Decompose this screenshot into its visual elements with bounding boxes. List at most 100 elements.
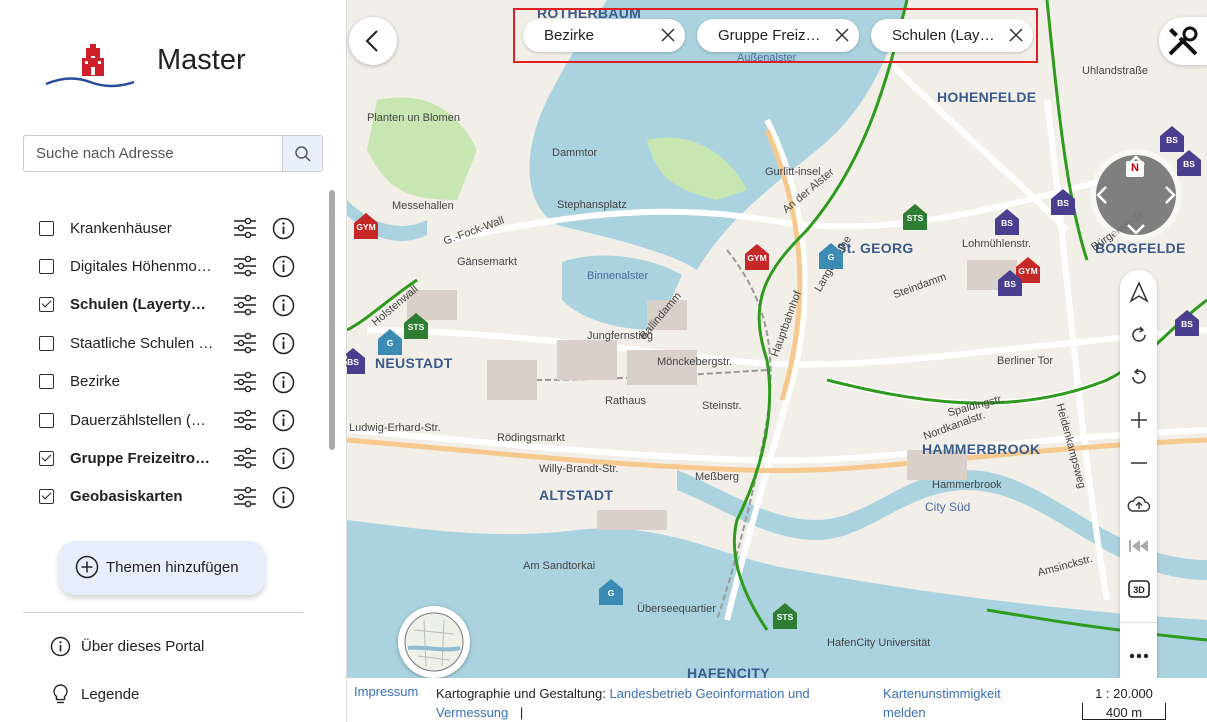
layer-info-icon[interactable] (272, 409, 295, 432)
search-input[interactable] (24, 136, 282, 171)
tools-icon (1168, 26, 1198, 56)
layer-item[interactable]: Digitales Höhenmodell (23, 247, 313, 285)
layer-settings-icon[interactable] (233, 486, 257, 508)
cloud-upload-button[interactable] (1120, 486, 1157, 522)
more-options-button[interactable] (1120, 638, 1157, 674)
layer-settings-icon[interactable] (233, 294, 257, 316)
about-portal-link[interactable]: Über dieses Portal (50, 636, 204, 657)
layer-settings-icon[interactable] (233, 332, 257, 354)
layer-item[interactable]: Krankenhäuser (23, 209, 313, 247)
layer-info-icon[interactable] (272, 217, 295, 240)
skip-back-icon (1128, 540, 1148, 552)
layer-checkbox[interactable] (39, 297, 54, 313)
3d-icon: 3D (1127, 580, 1150, 598)
layer-item[interactable]: Geobasiskarten (23, 478, 313, 516)
school-marker-g[interactable]: G (599, 579, 623, 605)
layer-info-icon[interactable] (272, 447, 295, 470)
overview-map-button[interactable] (398, 606, 470, 678)
layer-checkbox[interactable] (39, 451, 54, 467)
skip-back-button[interactable] (1120, 528, 1157, 564)
controls-divider (1120, 622, 1157, 623)
layer-item[interactable]: Bezirke (23, 363, 313, 401)
layer-checkbox[interactable] (39, 220, 54, 236)
school-marker-sts[interactable]: STS (903, 204, 927, 230)
school-marker-gym[interactable]: GYM (745, 244, 769, 270)
map-label: Stephansplatz (557, 199, 627, 211)
zoom-in-button[interactable] (1120, 402, 1157, 438)
layer-item[interactable]: Dauerzählstellen (Rad) (23, 401, 313, 439)
layer-item[interactable]: Schulen (Layertyp WMS) (23, 286, 313, 324)
layer-settings-icon[interactable] (233, 217, 257, 239)
minus-icon (1130, 462, 1147, 464)
add-topics-label: Themen hinzufügen (106, 559, 239, 576)
rotate-left-icon (1131, 368, 1146, 384)
map-label: Rödingsmarkt (497, 432, 565, 444)
zoom-out-button[interactable] (1120, 445, 1157, 481)
map-label: Rathaus (605, 395, 646, 407)
map-label: HafenCity Universität (827, 637, 931, 649)
layer-info-icon[interactable] (272, 332, 295, 355)
rotate-counterclockwise-button[interactable] (1120, 359, 1157, 395)
address-search (23, 135, 323, 172)
imprint-link[interactable]: Impressum (354, 684, 418, 699)
layer-checkbox[interactable] (39, 412, 54, 428)
toggle-3d-button[interactable]: 3D (1120, 571, 1157, 607)
collapse-sidebar-button[interactable] (349, 17, 397, 65)
close-icon[interactable] (660, 27, 676, 43)
school-marker-g[interactable]: G (819, 243, 843, 269)
layer-settings-icon[interactable] (233, 255, 257, 277)
school-marker-bs[interactable]: BS (1051, 189, 1075, 215)
map-label: Steinstr. (702, 400, 742, 412)
compass-control[interactable]: N (1088, 147, 1184, 243)
layer-item[interactable]: Gruppe Freizeitrouten (23, 439, 313, 477)
school-marker-bs[interactable]: BS (1175, 310, 1199, 336)
layer-info-icon[interactable] (272, 255, 295, 278)
layer-settings-icon[interactable] (233, 447, 257, 469)
legend-link[interactable]: Legende (50, 683, 139, 705)
layer-item[interactable]: Staatliche Schulen (WMS) (23, 324, 313, 362)
layer-name: Gruppe Freizeitrouten (70, 450, 215, 468)
layer-info-icon[interactable] (272, 371, 295, 394)
add-topics-button[interactable]: Themen hinzufügen (59, 541, 265, 595)
school-marker-bs[interactable]: BS (995, 209, 1019, 235)
layer-name: Krankenhäuser (70, 219, 172, 237)
scale-display: 1 : 20.000 400 m (1082, 684, 1166, 720)
layer-checkbox[interactable] (39, 335, 54, 351)
layer-chip[interactable]: Bezirke (523, 19, 685, 52)
layer-chip[interactable]: Gruppe Freizeitrouten (697, 19, 859, 52)
chevron-left-icon (365, 30, 378, 52)
map-label: Hammerbrook (932, 479, 1002, 491)
locate-button[interactable] (1120, 274, 1157, 310)
layer-info-icon[interactable] (272, 294, 295, 317)
overview-map-icon (404, 612, 464, 672)
tools-menu-button[interactable] (1159, 17, 1207, 65)
layer-checkbox[interactable] (39, 374, 54, 390)
school-marker-g[interactable]: G (378, 329, 402, 355)
navigation-arrow-icon (1128, 281, 1149, 303)
layer-checkbox[interactable] (39, 489, 54, 505)
layer-list-scrollbar[interactable] (329, 190, 335, 450)
layer-checkbox[interactable] (39, 259, 54, 275)
report-map-issue-link[interactable]: Kartenunstimmigkeit melden (883, 684, 1033, 722)
school-marker-bs[interactable]: BS (998, 270, 1022, 296)
svg-text:3D: 3D (1133, 585, 1145, 595)
school-marker-sts[interactable]: STS (773, 603, 797, 629)
layer-settings-icon[interactable] (233, 409, 257, 431)
close-icon[interactable] (834, 27, 850, 43)
layer-info-icon[interactable] (272, 486, 295, 509)
district-label: HOHENFELDE (937, 89, 1037, 105)
layer-settings-icon[interactable] (233, 371, 257, 393)
school-marker-sts[interactable]: STS (404, 313, 428, 339)
layer-chip-label: Bezirke (544, 27, 595, 44)
more-icon (1129, 653, 1148, 659)
rotate-clockwise-button[interactable] (1120, 317, 1157, 353)
close-icon[interactable] (1008, 27, 1024, 43)
school-marker-bs[interactable]: BS (347, 348, 365, 374)
map-canvas[interactable]: ROTHERBAUM HOHENFELDE St. GEORG BORGFELD… (347, 0, 1207, 678)
app-root: Master Krankenhäuser Digitales Höhenmodel… (0, 0, 1207, 722)
layer-chip[interactable]: Schulen (Layertyp WMS) (871, 19, 1033, 52)
school-marker-gym[interactable]: GYM (354, 213, 378, 239)
hamburg-logo (45, 44, 135, 88)
layer-name: Digitales Höhenmodell (70, 258, 215, 276)
search-button[interactable] (282, 136, 322, 171)
